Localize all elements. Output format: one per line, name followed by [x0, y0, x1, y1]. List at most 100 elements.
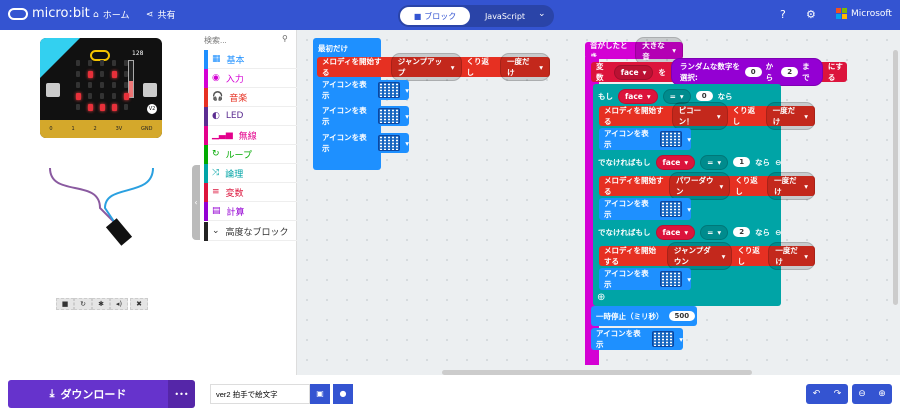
melody-dropdown[interactable]: ジャンプアップ ▾: [390, 53, 462, 81]
random-max[interactable]: 2: [781, 67, 799, 77]
random-min[interactable]: 0: [744, 67, 762, 77]
compare-value[interactable]: 2: [733, 227, 751, 237]
icon-picker[interactable]: [660, 271, 683, 287]
redo-icon[interactable]: ↷: [834, 389, 842, 399]
show-icon-block[interactable]: アイコンを表示 ▾: [591, 328, 683, 350]
category-2[interactable]: 🎧 音楽: [204, 88, 297, 107]
led: [112, 71, 117, 78]
pause-block[interactable]: 一時停止（ミリ秒） 500: [591, 306, 697, 326]
tab-javascript[interactable]: JavaScript: [476, 7, 534, 25]
icon-picker[interactable]: [660, 131, 683, 147]
category-0[interactable]: ▦ 基本: [204, 50, 297, 69]
pin-1[interactable]: 1: [71, 126, 74, 132]
pin-0[interactable]: 0: [49, 126, 52, 132]
show-icon-block[interactable]: アイコンを表示 ▾: [317, 106, 409, 126]
button-b[interactable]: [143, 83, 157, 97]
icon-picker[interactable]: [378, 108, 401, 124]
repeat-dropdown[interactable]: 一度だけ ▾: [765, 102, 815, 130]
github-icon[interactable]: ●: [333, 384, 353, 404]
category-5[interactable]: ↻ ループ: [204, 145, 297, 164]
save-icon[interactable]: ▣: [310, 384, 330, 404]
search-input[interactable]: [204, 32, 294, 48]
pin-GND[interactable]: GND: [141, 126, 152, 132]
led: [76, 82, 80, 88]
icon-picker[interactable]: [378, 135, 401, 151]
undo-icon[interactable]: ↶: [813, 389, 821, 399]
face-variable[interactable]: face ▾: [618, 88, 658, 104]
fullscreen-icon[interactable]: ✖: [130, 298, 148, 310]
light-slider[interactable]: [128, 60, 134, 98]
collapse-simulator-button[interactable]: ‹: [192, 165, 200, 240]
variable-dropdown[interactable]: face ▾: [613, 64, 654, 80]
microsoft-logo[interactable]: Microsoft: [836, 8, 892, 19]
zoom-in-icon[interactable]: ⊕: [878, 389, 886, 399]
pin-2[interactable]: 2: [94, 126, 97, 132]
advanced-blocks[interactable]: ⌄ 高度なブロック: [204, 222, 297, 241]
icon-picker[interactable]: [378, 82, 401, 98]
debug-icon[interactable]: ✱: [92, 298, 110, 310]
led: [112, 60, 116, 66]
vertical-scrollbar[interactable]: [893, 50, 898, 305]
repeat-value: 一度だけ: [772, 106, 796, 126]
melody-dropdown[interactable]: ピコーン！ ▾: [671, 102, 728, 130]
category-7[interactable]: ≡ 変数: [204, 183, 297, 202]
on-sound-block[interactable]: 音がしたとき 大きな音 ▾: [585, 36, 683, 65]
category-6[interactable]: ⤨ 論理: [204, 164, 297, 183]
condition-row[interactable]: でなければもし face ▾ = ▾ 1 なら ⊖: [593, 152, 781, 172]
repeat-dropdown[interactable]: 一度だけ ▾: [500, 53, 550, 81]
zoom-out-icon[interactable]: ⊖: [858, 389, 866, 399]
melody-block[interactable]: メロディを開始する ピコーン！ ▾ くり返し 一度だけ ▾: [599, 102, 815, 130]
show-icon-block[interactable]: アイコンを表示 ▾: [317, 80, 409, 100]
stop-icon[interactable]: ■: [56, 298, 74, 310]
blocks-workspace[interactable]: 最初だけ メロディを開始する ジャンプアップ ▾ くり返し 一度だけ ▾ アイコンを表示 ▾…: [297, 30, 900, 375]
set-variable-block[interactable]: 変数 face ▾ を ランダムな数字を選択: 0 から 2 まで にする: [591, 58, 847, 86]
melody-dropdown[interactable]: ジャンプダウン ▾: [666, 242, 733, 270]
variable-name: face: [662, 227, 681, 237]
random-block[interactable]: ランダムな数字を選択: 0 から 2 まで: [670, 58, 823, 86]
mute-icon[interactable]: ◂): [110, 298, 128, 310]
compare-dropdown[interactable]: = ▾: [700, 224, 729, 240]
more-options-button[interactable]: •••: [168, 380, 195, 408]
category-1[interactable]: ◉ 入力: [204, 69, 297, 88]
category-4[interactable]: ▁▃▅ 無線: [204, 126, 297, 145]
show-icon-block[interactable]: アイコンを表示 ▾: [317, 133, 409, 153]
project-name-input[interactable]: [210, 384, 310, 404]
show-icon-block[interactable]: アイコンを表示 ▾: [599, 268, 691, 290]
chevron-down-icon[interactable]: ⌄: [538, 9, 546, 19]
pin-3V[interactable]: 3V: [116, 126, 123, 132]
compare-value[interactable]: 0: [695, 91, 713, 101]
category-3[interactable]: ◐ LED: [204, 107, 297, 126]
restart-icon[interactable]: ↻: [74, 298, 92, 310]
category-8[interactable]: ▤ 計算: [204, 202, 297, 221]
face-variable[interactable]: face ▾: [655, 154, 696, 170]
button-a[interactable]: [46, 83, 60, 97]
remove-branch-icon[interactable]: ⊖: [775, 158, 781, 167]
face-variable[interactable]: face ▾: [655, 224, 696, 240]
home-button[interactable]: ⌂ ホーム: [93, 8, 129, 22]
compare-value[interactable]: 1: [733, 157, 751, 167]
melody-block[interactable]: メロディを開始する パワーダウン ▾ くり返し 一度だけ ▾: [599, 172, 815, 200]
microbit-board[interactable]: 128 V2 0 1 2 3V GND: [40, 38, 162, 138]
download-button[interactable]: ⤓ ダウンロード: [8, 380, 168, 408]
show-icon-block[interactable]: アイコンを表示 ▾: [599, 128, 691, 150]
search-icon[interactable]: ⚲: [282, 34, 288, 43]
melody-block[interactable]: メロディを開始する ジャンプアップ ▾ くり返し 一度だけ ▾: [317, 53, 550, 81]
show-icon-block[interactable]: アイコンを表示 ▾: [599, 198, 691, 220]
tab-blocks[interactable]: ■ ブロック: [400, 7, 470, 25]
condition-row[interactable]: でなければもし face ▾ = ▾ 2 なら ⊖: [593, 222, 781, 242]
melody-block[interactable]: メロディを開始する ジャンプダウン ▾ くり返し 一度だけ ▾: [599, 242, 815, 270]
repeat-dropdown[interactable]: 一度だけ ▾: [768, 242, 815, 270]
microbit-logo[interactable]: micro:bit: [8, 6, 90, 21]
add-branch-icon[interactable]: ⊕: [597, 292, 605, 303]
remove-branch-icon[interactable]: ⊖: [775, 228, 781, 237]
icon-picker[interactable]: [660, 201, 683, 217]
pause-value[interactable]: 500: [668, 311, 696, 321]
compare-dropdown[interactable]: = ▾: [700, 154, 729, 170]
help-icon[interactable]: ?: [780, 8, 786, 21]
operator: =: [707, 157, 714, 167]
repeat-dropdown[interactable]: 一度だけ ▾: [767, 172, 815, 200]
melody-dropdown[interactable]: パワーダウン ▾: [669, 172, 731, 200]
icon-picker[interactable]: [652, 331, 675, 347]
share-button[interactable]: ⋖ 共有: [146, 8, 176, 22]
gear-icon[interactable]: ⚙: [806, 8, 816, 21]
